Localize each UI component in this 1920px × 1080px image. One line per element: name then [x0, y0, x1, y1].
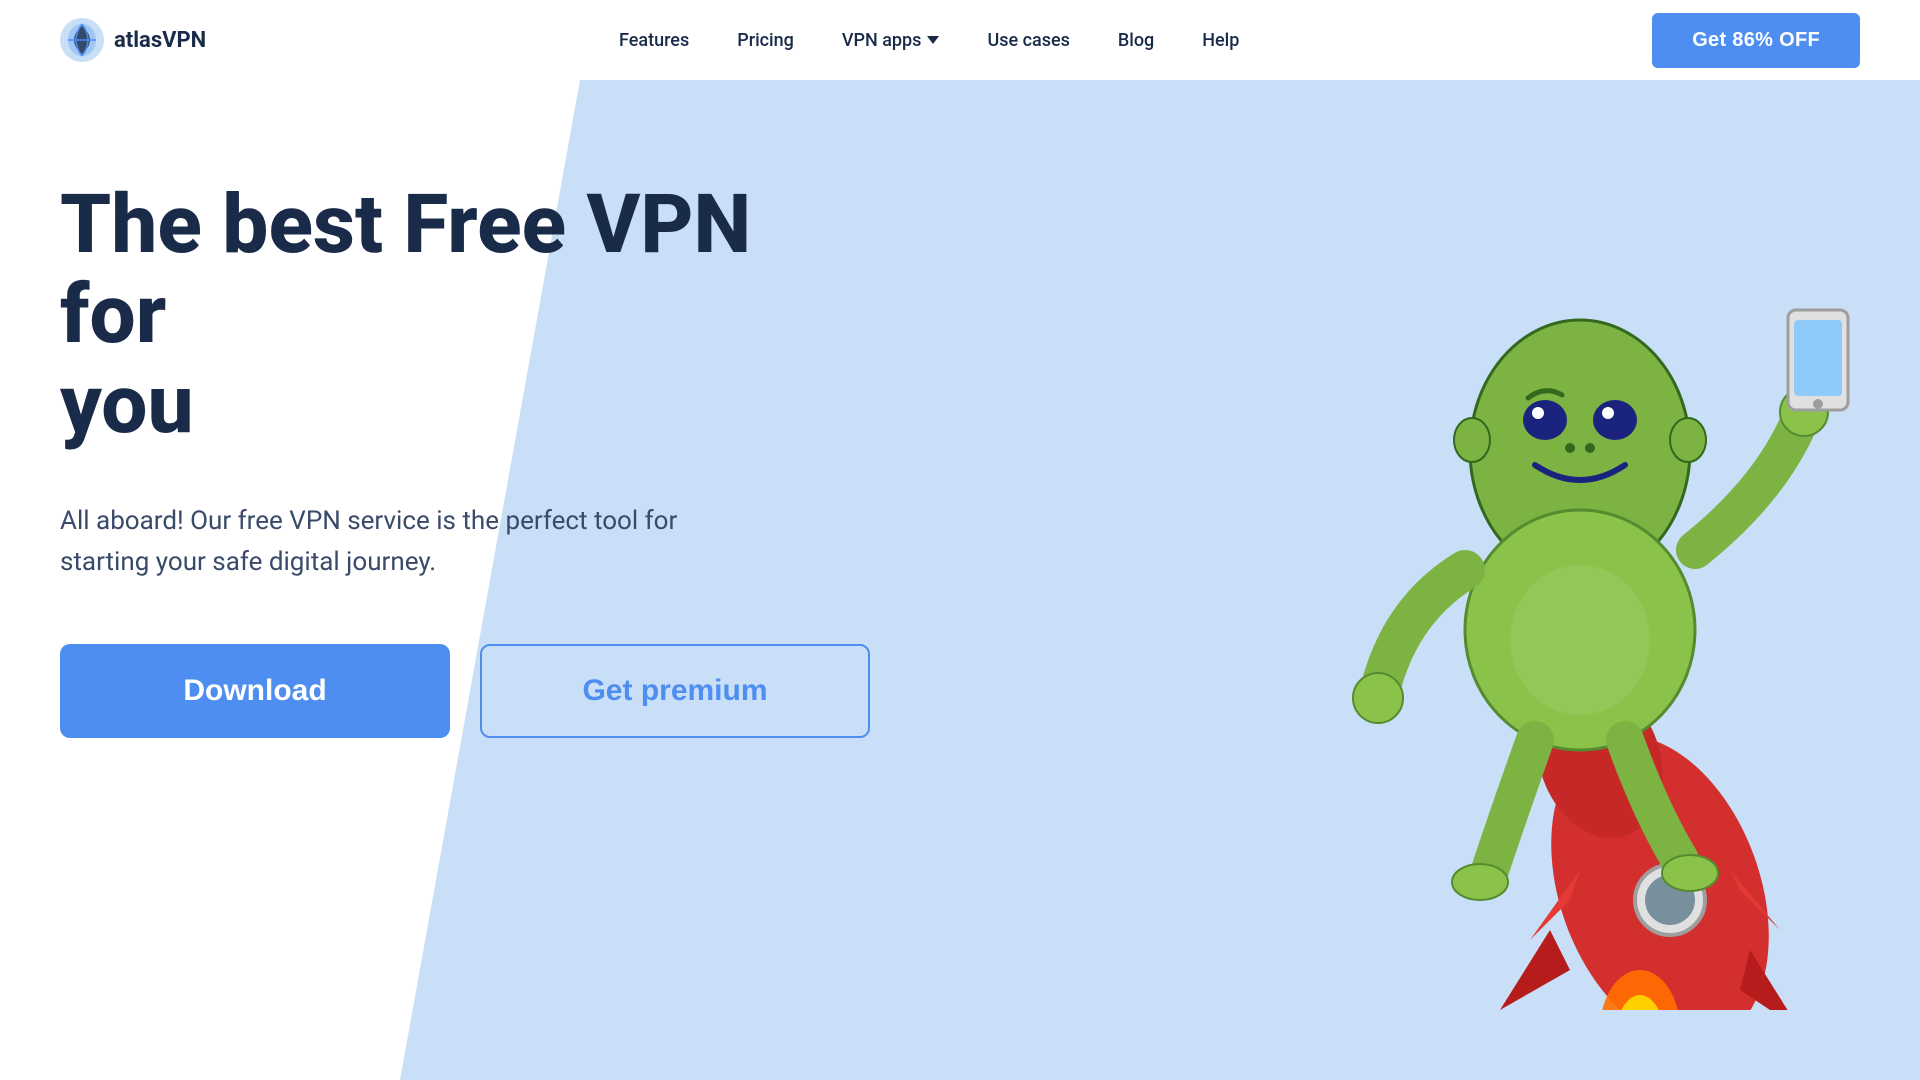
nav-item-help[interactable]: Help: [1202, 30, 1239, 51]
nav-links: Features Pricing VPN apps Use cases Blog…: [619, 30, 1239, 51]
navbar: atlasVPN Features Pricing VPN apps Use c…: [0, 0, 1920, 80]
nav-item-usecases[interactable]: Use cases: [987, 30, 1069, 51]
hero-subtitle: All aboard! Our free VPN service is the …: [60, 501, 700, 584]
logo-text: atlasVPN: [114, 28, 206, 53]
hero-content: The best Free VPN for you All aboard! Ou…: [0, 80, 800, 738]
chevron-down-icon: [927, 36, 939, 44]
hero-buttons: Download Get premium: [60, 644, 800, 738]
nav-item-vpnapps[interactable]: VPN apps: [842, 30, 940, 51]
hero-section: The best Free VPN for you All aboard! Ou…: [0, 80, 1920, 1080]
download-button[interactable]: Download: [60, 644, 450, 738]
nav-item-pricing[interactable]: Pricing: [737, 30, 794, 51]
mascot-svg: [1240, 110, 1920, 1010]
hero-title: The best Free VPN for you: [60, 180, 800, 451]
nav-item-features[interactable]: Features: [619, 30, 689, 51]
logo-icon: [60, 18, 104, 62]
mascot-illustration: [1240, 110, 1920, 1010]
get-discount-button[interactable]: Get 86% OFF: [1652, 13, 1860, 68]
logo[interactable]: atlasVPN: [60, 18, 206, 62]
get-premium-button[interactable]: Get premium: [480, 644, 870, 738]
nav-item-blog[interactable]: Blog: [1118, 30, 1154, 51]
